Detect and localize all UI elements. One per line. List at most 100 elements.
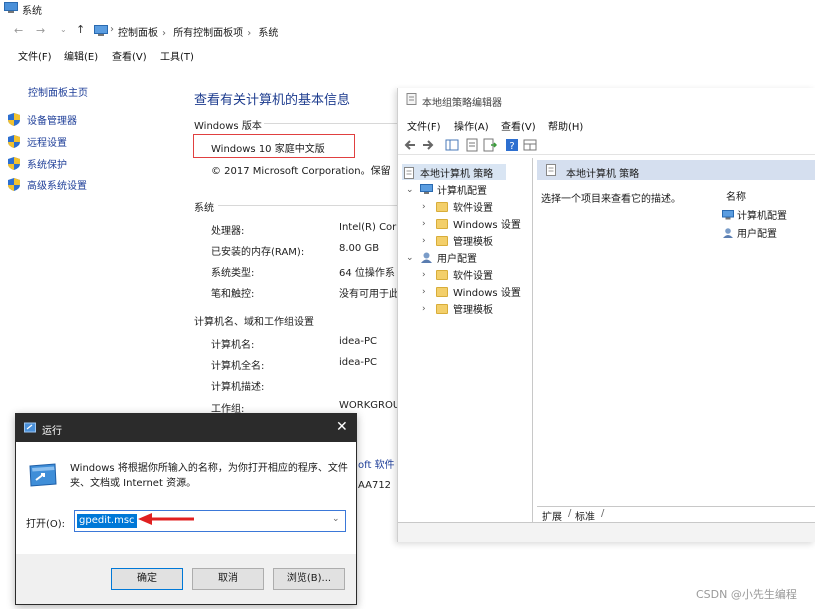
ram-value: 8.00 GB [339, 243, 380, 254]
sidebar-item-device-manager[interactable]: 设备管理器 [8, 112, 77, 127]
chevron-down-icon[interactable]: ⌄ [406, 185, 416, 195]
recent-chevron-icon[interactable]: ⌄ [60, 25, 67, 34]
computer-section-heading: 计算机名、域和工作组设置 [194, 317, 314, 328]
license-link-fragment[interactable]: oft 软件 [358, 456, 395, 471]
tree-item-label: 用户配置 [437, 254, 477, 265]
system-type-value: 64 位操作系 [339, 268, 395, 279]
tree-item-software-settings[interactable]: › 软件设置 [422, 199, 493, 214]
gpe-menu-action[interactable]: 操作(A) [454, 118, 489, 133]
menu-view[interactable]: 查看(V) [112, 48, 147, 63]
crumb-separator-icon: › [247, 28, 252, 39]
crumb-separator-icon: › [162, 28, 166, 39]
gpe-menu-help[interactable]: 帮助(H) [548, 118, 583, 133]
export-list-icon[interactable] [483, 138, 497, 152]
menu-file[interactable]: 文件(F) [18, 48, 52, 63]
tree-item-computer-config[interactable]: ⌄ 计算机配置 [406, 182, 487, 197]
sidebar-item-system-protection[interactable]: 系统保护 [8, 156, 67, 171]
window-title: 系统 [22, 6, 42, 17]
tree-item-admin-templates[interactable]: › 管理模板 [422, 233, 493, 248]
user-icon [421, 252, 432, 263]
shield-icon [8, 178, 20, 191]
menu-edit[interactable]: 编辑(E) [64, 48, 98, 63]
breadcrumb-item[interactable]: 控制面板 [118, 28, 158, 39]
column-header-name[interactable]: 名称 [726, 188, 746, 203]
gpe-window-title: 本地组策略编辑器 [422, 98, 502, 109]
run-titlebar [16, 414, 356, 442]
gpe-menu-view[interactable]: 查看(V) [501, 118, 536, 133]
tree-item-windows-settings[interactable]: › Windows 设置 [422, 216, 521, 231]
sidebar-item-label: 系统保护 [27, 160, 67, 171]
run-dialog: 运行 ✕ Windows 将根据你所输入的名称，为你打开相应的程序、文件夹、文档… [15, 413, 357, 605]
full-name-value: idea-PC [339, 357, 378, 368]
list-item-user-config[interactable]: 用户配置 [722, 225, 777, 240]
tab-standard[interactable]: 标准 [575, 508, 595, 523]
cancel-button[interactable]: 取消 [192, 568, 264, 590]
breadcrumb-item[interactable]: 系统 [258, 28, 278, 39]
tab-separator: / [568, 508, 572, 519]
up-arrow-icon[interactable]: ↑ [76, 23, 85, 36]
policy-editor-icon [406, 93, 417, 105]
breadcrumb-item[interactable]: 所有控制面板项 [173, 28, 243, 39]
back-arrow-icon[interactable]: ← [14, 24, 23, 37]
menu-tools[interactable]: 工具(T) [160, 48, 194, 63]
sidebar-item-advanced-settings[interactable]: 高级系统设置 [8, 177, 87, 192]
details-description: 选择一个项目来查看它的描述。 [541, 194, 681, 205]
computer-name-value: idea-PC [339, 336, 378, 347]
chevron-right-icon[interactable]: › [422, 219, 432, 229]
system-type-label: 系统类型: [211, 268, 255, 279]
tree-item-user-windows-settings[interactable]: › Windows 设置 [422, 284, 521, 299]
show-tree-icon[interactable] [445, 138, 459, 152]
system-section-heading: 系统 [194, 203, 214, 214]
forward-arrow-icon[interactable]: → [36, 24, 45, 37]
open-label: 打开(O): [26, 519, 66, 530]
chevron-right-icon[interactable]: › [422, 236, 432, 246]
tree-item-label: 软件设置 [453, 203, 493, 214]
properties-icon[interactable] [465, 138, 479, 152]
computer-name-label: 计算机名: [211, 340, 255, 351]
policy-doc-icon [404, 166, 414, 179]
chevron-down-icon[interactable]: ⌄ [332, 514, 340, 524]
group-policy-editor-window: 本地组策略编辑器 文件(F) 操作(A) 查看(V) 帮助(H) ? 本地计算机… [397, 88, 815, 542]
tree-item-label: 计算机配置 [437, 186, 487, 197]
processor-value: Intel(R) Cor [339, 222, 397, 233]
run-title: 运行 [42, 426, 62, 437]
annotation-arrow-icon [138, 513, 194, 525]
details-header-title: 本地计算机 策略 [566, 169, 640, 180]
folder-icon [436, 286, 448, 297]
computer-icon [722, 209, 734, 219]
help-icon[interactable]: ? [505, 138, 519, 152]
run-command-input[interactable]: gpedit.msc [74, 510, 346, 532]
chevron-right-icon[interactable]: › [422, 202, 432, 212]
tree-root-node[interactable]: 本地计算机 策略 [404, 165, 493, 180]
computer-icon [420, 184, 433, 194]
filter-view-icon[interactable] [523, 138, 537, 152]
sidebar-home-link[interactable]: 控制面板主页 [28, 84, 88, 99]
chevron-down-icon[interactable]: ⌄ [406, 253, 416, 263]
chevron-right-icon[interactable]: › [422, 304, 432, 314]
gpe-menu-file[interactable]: 文件(F) [407, 118, 441, 133]
list-item-label: 计算机配置 [737, 211, 787, 222]
run-command-value: gpedit.msc [77, 514, 137, 528]
tree-item-user-admin-templates[interactable]: › 管理模板 [422, 301, 493, 316]
tree-item-user-config[interactable]: ⌄ 用户配置 [406, 250, 477, 265]
chevron-right-icon[interactable]: › [422, 287, 432, 297]
back-arrow-icon[interactable] [403, 138, 417, 152]
tab-extended[interactable]: 扩展 [542, 508, 562, 523]
browse-button[interactable]: 浏览(B)... [273, 568, 345, 590]
list-item-computer-config[interactable]: 计算机配置 [722, 207, 787, 222]
tree-item-user-software-settings[interactable]: › 软件设置 [422, 267, 493, 282]
pen-touch-label: 笔和触控: [211, 289, 255, 300]
list-item-label: 用户配置 [737, 229, 777, 240]
chevron-right-icon[interactable]: › [422, 270, 432, 280]
shield-icon [8, 135, 20, 148]
breadcrumb: 控制面板 › 所有控制面板项 › 系统 [118, 24, 282, 39]
sidebar-item-remote-settings[interactable]: 远程设置 [8, 134, 67, 149]
edition-value: Windows 10 家庭中文版 [211, 144, 325, 155]
run-icon [24, 422, 36, 433]
ok-button[interactable]: 确定 [111, 568, 183, 590]
crumb-separator-icon: › [110, 24, 114, 35]
forward-arrow-icon[interactable] [421, 138, 435, 152]
folder-icon [436, 201, 448, 212]
close-icon[interactable]: ✕ [336, 419, 348, 435]
computer-icon [4, 2, 18, 13]
